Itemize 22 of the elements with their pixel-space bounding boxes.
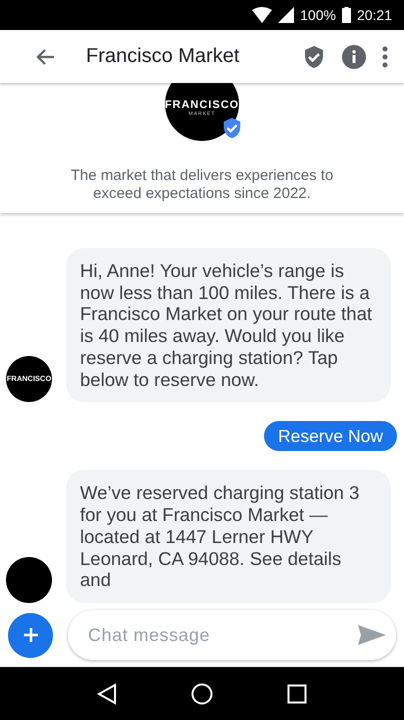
reserve-button[interactable]: Reserve Now [264,421,397,452]
signal-icon [278,7,294,23]
add-button[interactable] [8,612,53,658]
recents-nav-icon[interactable] [287,684,307,704]
wifi-icon [252,7,272,23]
message-bubble: Hi, Anne! Your vehicle’s range is now less than 100 miles. There is a Francisco Market on your route that is 40 miles away. Would you like reserve a charging station? Tap below to reserve now. [66,248,391,402]
verified-badge-icon [221,117,243,139]
back-nav-icon[interactable] [97,682,117,704]
clock-text: 20:21 [356,7,392,23]
send-icon[interactable] [358,623,386,647]
business-description: The market that delivers experiences to exceed expectations since 2022. [70,167,334,203]
avatar-logo [6,557,52,603]
plus-icon [22,627,38,643]
chat-title: Francisco Market [86,45,240,68]
message-bubble: We’ve reserved charging station 3 for you at Francisco Market —located at 1447 Lerner HWY Leonard, CA 94088. See details and [66,470,391,603]
battery-icon [342,7,351,23]
home-nav-icon[interactable] [191,682,213,704]
verified-button[interactable] [302,44,326,70]
info-button[interactable] [342,44,366,68]
more-button[interactable] [382,46,388,68]
message-field[interactable]: Chat message [68,610,396,660]
battery-text: 100% [300,7,336,23]
